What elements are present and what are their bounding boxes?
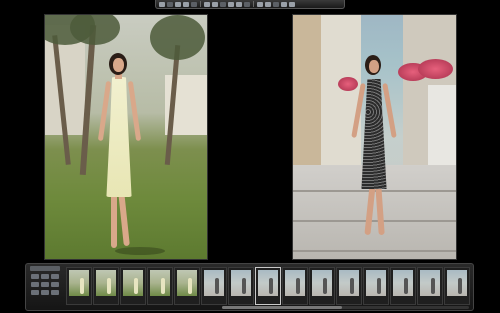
thumbnail-image bbox=[96, 270, 116, 296]
thumbnail-image bbox=[393, 270, 413, 296]
thumbnail-figure bbox=[458, 278, 462, 294]
thumbnail-caption bbox=[365, 297, 387, 303]
thumbnail-figure bbox=[404, 278, 408, 294]
thumbnail-figure bbox=[161, 278, 165, 294]
compare-view-icon[interactable] bbox=[175, 1, 181, 7]
toolbar-separator bbox=[253, 1, 254, 7]
main-toolbar bbox=[155, 0, 345, 9]
label-button[interactable] bbox=[41, 290, 49, 295]
thumbnail-caption bbox=[176, 297, 198, 303]
settings-icon[interactable] bbox=[289, 1, 295, 7]
thumbnail[interactable] bbox=[282, 267, 308, 305]
filter-button[interactable] bbox=[41, 282, 49, 287]
thumbnail-image bbox=[123, 270, 143, 296]
thumbnail-image bbox=[177, 270, 197, 296]
filmstrip-icon[interactable] bbox=[191, 1, 197, 7]
filmstrip-scrollbar[interactable] bbox=[222, 306, 469, 309]
thumbnail-image bbox=[258, 270, 278, 296]
thumbnail[interactable] bbox=[147, 267, 173, 305]
rotate-left-icon[interactable] bbox=[204, 1, 210, 7]
toolbar-separator bbox=[200, 1, 201, 7]
thumbnail-image bbox=[231, 270, 251, 296]
thumbnail-caption bbox=[203, 297, 225, 303]
thumbnail-image bbox=[204, 270, 224, 296]
thumbnail-image bbox=[69, 270, 89, 296]
thumbnail-figure bbox=[323, 278, 327, 294]
thumbnail-figure bbox=[80, 278, 84, 294]
crop-icon[interactable] bbox=[236, 1, 242, 7]
thumbnail-caption bbox=[68, 297, 90, 303]
thumbnail-caption bbox=[338, 297, 360, 303]
thumbnail-caption bbox=[149, 297, 171, 303]
thumbnail-caption bbox=[257, 297, 279, 303]
photo-left bbox=[45, 15, 207, 259]
filmstrip-controls bbox=[28, 266, 62, 308]
thumbnail-caption bbox=[446, 297, 468, 303]
zoom-icon[interactable] bbox=[265, 1, 271, 7]
rating-button[interactable] bbox=[31, 290, 39, 295]
viewer-right[interactable] bbox=[292, 14, 457, 260]
import-icon[interactable] bbox=[159, 1, 165, 7]
thumbnail-caption bbox=[392, 297, 414, 303]
viewer-left[interactable] bbox=[44, 14, 208, 260]
thumbnail-figure bbox=[269, 278, 273, 294]
adjust-icon[interactable] bbox=[244, 1, 250, 7]
thumbnail-caption bbox=[122, 297, 144, 303]
loupe-icon[interactable] bbox=[257, 1, 263, 7]
thumbnail[interactable] bbox=[363, 267, 389, 305]
grid-view-icon[interactable] bbox=[167, 1, 173, 7]
thumbnail-figure bbox=[134, 278, 138, 294]
thumbnail[interactable] bbox=[201, 267, 227, 305]
thumbnail-image bbox=[285, 270, 305, 296]
next-button[interactable] bbox=[51, 274, 59, 279]
options-button[interactable] bbox=[51, 290, 59, 295]
thumbnail[interactable] bbox=[93, 267, 119, 305]
single-view-icon[interactable] bbox=[183, 1, 189, 7]
thumbnail-strip bbox=[66, 267, 470, 305]
thumbnail-figure bbox=[107, 278, 111, 294]
thumbnail-figure bbox=[350, 278, 354, 294]
thumbnail-caption bbox=[95, 297, 117, 303]
thumbnail[interactable] bbox=[444, 267, 470, 305]
thumbnail[interactable] bbox=[390, 267, 416, 305]
info-icon[interactable] bbox=[273, 1, 279, 7]
thumbnail[interactable] bbox=[228, 267, 254, 305]
thumbnail[interactable] bbox=[309, 267, 335, 305]
flag-icon[interactable] bbox=[220, 1, 226, 7]
thumbnail-figure bbox=[242, 278, 246, 294]
play-button[interactable] bbox=[41, 274, 49, 279]
photo-right bbox=[293, 15, 456, 259]
thumbnail-image bbox=[339, 270, 359, 296]
thumbnail-figure bbox=[431, 278, 435, 294]
filmstrip bbox=[25, 263, 474, 311]
thumbnail-image bbox=[420, 270, 440, 296]
thumbnail-image bbox=[150, 270, 170, 296]
thumbnail-caption bbox=[284, 297, 306, 303]
app-window bbox=[0, 0, 500, 313]
thumbnail-figure bbox=[377, 278, 381, 294]
thumbnail-image bbox=[312, 270, 332, 296]
thumbnail-figure bbox=[215, 278, 219, 294]
thumbnail-image bbox=[366, 270, 386, 296]
thumbnail[interactable] bbox=[174, 267, 200, 305]
thumbnail-caption bbox=[230, 297, 252, 303]
thumbnail[interactable] bbox=[336, 267, 362, 305]
thumbnail[interactable] bbox=[66, 267, 92, 305]
thumbnail[interactable] bbox=[417, 267, 443, 305]
thumbnail[interactable] bbox=[120, 267, 146, 305]
prev-button[interactable] bbox=[31, 274, 39, 279]
sort-button[interactable] bbox=[31, 282, 39, 287]
size-button[interactable] bbox=[51, 282, 59, 287]
thumbnail-figure bbox=[188, 278, 192, 294]
thumbnail-caption bbox=[311, 297, 333, 303]
thumbnail-caption bbox=[419, 297, 441, 303]
scrollbar-knob[interactable] bbox=[222, 306, 342, 309]
star-icon[interactable] bbox=[228, 1, 234, 7]
thumbnail-image bbox=[447, 270, 467, 296]
filmstrip-title bbox=[30, 266, 60, 271]
thumbnail[interactable] bbox=[255, 267, 281, 305]
thumbnail-figure bbox=[296, 278, 300, 294]
rotate-right-icon[interactable] bbox=[212, 1, 218, 7]
export-icon[interactable] bbox=[281, 1, 287, 7]
